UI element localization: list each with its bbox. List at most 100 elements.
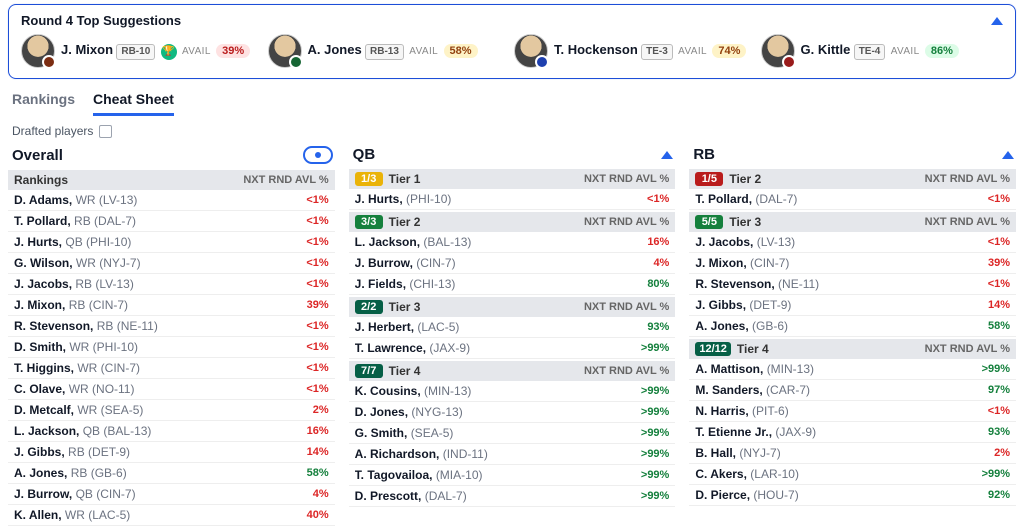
tier-header[interactable]: 1/3 Tier 1 NXT RND AVL % [349, 169, 676, 189]
player-cell: K. Cousins, (MIN-13) [355, 384, 472, 398]
tier-header[interactable]: 1/5 Tier 2 NXT RND AVL % [689, 169, 1016, 189]
player-cell: D. Metcalf, WR (SEA-5) [14, 403, 143, 417]
player-row[interactable]: T. Lawrence, (JAX-9) >99% [349, 338, 676, 359]
player-row[interactable]: J. Gibbs, RB (DET-9) 14% [8, 442, 335, 463]
player-row[interactable]: A. Richardson, (IND-11) >99% [349, 444, 676, 465]
player-row[interactable]: J. Gibbs, (DET-9) 14% [689, 295, 1016, 316]
player-meta: (DAL-7) [755, 192, 797, 206]
player-name: D. Adams, [14, 193, 72, 207]
suggestion-item[interactable]: T. Hockenson TE-3 AVAIL 74% [514, 34, 757, 68]
player-row[interactable]: T. Higgins, WR (CIN-7) <1% [8, 358, 335, 379]
player-row[interactable]: D. Smith, WR (PHI-10) <1% [8, 337, 335, 358]
player-name: J. Hurts, [355, 192, 403, 206]
player-cell: J. Burrow, QB (CIN-7) [14, 487, 136, 501]
suggestion-text: G. Kittle TE-4 AVAIL 86% [801, 42, 959, 60]
player-row[interactable]: G. Wilson, WR (NYJ-7) <1% [8, 253, 335, 274]
tier-header[interactable]: 5/5 Tier 3 NXT RND AVL % [689, 212, 1016, 232]
player-row[interactable]: M. Sanders, (CAR-7) 97% [689, 380, 1016, 401]
availability-pct: 14% [988, 299, 1010, 311]
player-row[interactable]: K. Cousins, (MIN-13) >99% [349, 381, 676, 402]
player-row[interactable]: B. Hall, (NYJ-7) 2% [689, 443, 1016, 464]
player-name: T. Etienne Jr., [695, 425, 772, 439]
column-header: Overall [8, 144, 335, 168]
player-row[interactable]: J. Burrow, (CIN-7) 4% [349, 253, 676, 274]
player-row[interactable]: K. Allen, WR (LAC-5) 40% [8, 505, 335, 526]
availability-pct: 2% [313, 404, 329, 416]
player-meta: (SEA-5) [411, 426, 454, 440]
player-row[interactable]: D. Adams, WR (LV-13) <1% [8, 190, 335, 211]
player-row[interactable]: T. Pollard, RB (DAL-7) <1% [8, 211, 335, 232]
player-avatar [761, 34, 795, 68]
player-name: A. Jones, [695, 319, 748, 333]
player-row[interactable]: G. Smith, (SEA-5) >99% [349, 423, 676, 444]
player-row[interactable]: J. Herbert, (LAC-5) 93% [349, 317, 676, 338]
player-row[interactable]: J. Burrow, QB (CIN-7) 4% [8, 484, 335, 505]
player-meta: (JAX-9) [775, 425, 816, 439]
collapse-icon[interactable] [661, 151, 673, 159]
collapse-icon[interactable] [991, 17, 1003, 25]
player-row[interactable]: J. Jacobs, RB (LV-13) <1% [8, 274, 335, 295]
player-row[interactable]: J. Mixon, (CIN-7) 39% [689, 253, 1016, 274]
collapse-icon[interactable] [1002, 151, 1014, 159]
tier-header[interactable]: 7/7 Tier 4 NXT RND AVL % [349, 361, 676, 381]
player-row[interactable]: R. Stevenson, (NE-11) <1% [689, 274, 1016, 295]
tab-cheat-sheet[interactable]: Cheat Sheet [93, 91, 174, 116]
player-row[interactable]: D. Pierce, (HOU-7) 92% [689, 485, 1016, 506]
player-name: R. Stevenson, [695, 277, 774, 291]
player-row[interactable]: J. Jacobs, (LV-13) <1% [689, 232, 1016, 253]
player-cell: N. Harris, (PIT-6) [695, 404, 788, 418]
player-name: J. Gibbs, [14, 445, 65, 459]
tier-header[interactable]: 12/12 Tier 4 NXT RND AVL % [689, 339, 1016, 359]
player-row[interactable]: D. Jones, (NYG-13) >99% [349, 402, 676, 423]
player-row[interactable]: A. Jones, (GB-6) 58% [689, 316, 1016, 337]
availability-pct: 58% [307, 467, 329, 479]
player-row[interactable]: C. Olave, WR (NO-11) <1% [8, 379, 335, 400]
column-sub-label: NXT RND AVL % [243, 174, 328, 186]
player-row[interactable]: A. Jones, RB (GB-6) 58% [8, 463, 335, 484]
drafted-checkbox[interactable] [99, 125, 112, 138]
player-meta: (CAR-7) [766, 383, 810, 397]
player-row[interactable]: T. Etienne Jr., (JAX-9) 93% [689, 422, 1016, 443]
tier-header[interactable]: 2/2 Tier 3 NXT RND AVL % [349, 297, 676, 317]
tab-rankings[interactable]: Rankings [12, 91, 75, 116]
player-row[interactable]: D. Prescott, (DAL-7) >99% [349, 486, 676, 507]
player-row[interactable]: C. Akers, (LAR-10) >99% [689, 464, 1016, 485]
player-name: K. Allen, [14, 508, 62, 522]
avail-label: AVAIL [409, 46, 438, 57]
drafted-filter[interactable]: Drafted players [0, 116, 1024, 144]
player-cell: D. Pierce, (HOU-7) [695, 488, 798, 502]
player-row[interactable]: N. Harris, (PIT-6) <1% [689, 401, 1016, 422]
player-row[interactable]: L. Jackson, QB (BAL-13) 16% [8, 421, 335, 442]
player-meta: RB (DAL-7) [74, 214, 136, 228]
availability-pct: <1% [306, 215, 328, 227]
tab-bar: Rankings Cheat Sheet [0, 87, 1024, 116]
availability-pct: <1% [306, 383, 328, 395]
player-row[interactable]: D. Metcalf, WR (SEA-5) 2% [8, 400, 335, 421]
player-row[interactable]: T. Tagovailoa, (MIA-10) >99% [349, 465, 676, 486]
player-row[interactable]: R. Stevenson, RB (NE-11) <1% [8, 316, 335, 337]
player-name: D. Smith, [14, 340, 66, 354]
tier-title: Tier 4 [389, 364, 584, 378]
player-row[interactable]: J. Hurts, (PHI-10) <1% [349, 189, 676, 210]
player-row[interactable]: T. Pollard, (DAL-7) <1% [689, 189, 1016, 210]
player-meta: WR (CIN-7) [77, 361, 140, 375]
player-cell: L. Jackson, (BAL-13) [355, 235, 472, 249]
visibility-toggle-icon[interactable] [303, 146, 333, 164]
player-meta: RB (GB-6) [71, 466, 127, 480]
player-row[interactable]: L. Jackson, (BAL-13) 16% [349, 232, 676, 253]
tier-header[interactable]: Rankings NXT RND AVL % [8, 170, 335, 190]
suggestion-item[interactable]: G. Kittle TE-4 AVAIL 86% [761, 34, 1004, 68]
suggestion-item[interactable]: J. Mixon RB-10 🏆 AVAIL 39% [21, 34, 264, 68]
player-row[interactable]: A. Mattison, (MIN-13) >99% [689, 359, 1016, 380]
player-cell: R. Stevenson, (NE-11) [695, 277, 819, 291]
tier-header[interactable]: 3/3 Tier 2 NXT RND AVL % [349, 212, 676, 232]
suggestion-item[interactable]: A. Jones RB-13 AVAIL 58% [268, 34, 511, 68]
player-row[interactable]: J. Mixon, RB (CIN-7) 39% [8, 295, 335, 316]
player-name: J. Burrow, [14, 487, 72, 501]
player-meta: (IND-11) [443, 447, 488, 461]
player-row[interactable]: J. Hurts, QB (PHI-10) <1% [8, 232, 335, 253]
player-meta: (LV-13) [757, 235, 795, 249]
player-row[interactable]: J. Fields, (CHI-13) 80% [349, 274, 676, 295]
availability-pct: >99% [641, 448, 669, 460]
tier-title: Tier 2 [389, 215, 584, 229]
